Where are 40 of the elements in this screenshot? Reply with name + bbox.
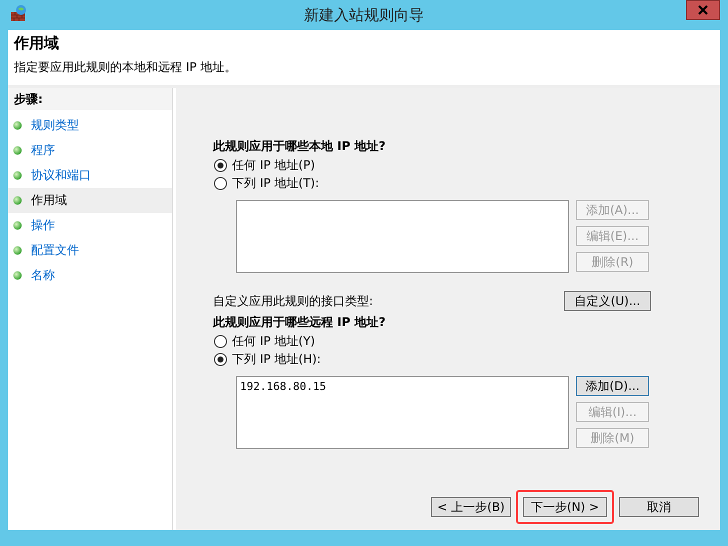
customize-button[interactable]: 自定义(U)... [564,291,651,311]
address-list[interactable] [236,200,569,273]
step-item[interactable]: 配置文件 [8,238,172,263]
window-title: 新建入站规则向导 [304,6,424,24]
step-item[interactable]: 程序 [8,138,172,163]
close-icon [698,5,708,15]
radio-button[interactable] [214,176,227,190]
step-item[interactable]: 名称 [8,263,172,288]
step-item[interactable]: 操作 [8,213,172,238]
steps-heading: 步骤: [8,88,172,110]
radio-label: 任何 IP 地址(Y) [232,332,316,350]
address-item[interactable]: 192.168.80.15 [240,380,565,393]
bullet-icon [13,196,22,205]
radio-button[interactable] [214,352,227,366]
close-button[interactable] [686,0,720,20]
list-button[interactable]: 添加(D)... [576,376,649,396]
bullet-icon [13,121,22,130]
interface-label: 自定义应用此规则的接口类型: [213,292,374,310]
radio-label: 下列 IP 地址(H): [232,350,321,368]
wizard-button[interactable]: < 上一步(B) [431,497,511,517]
bullet-icon [13,271,22,280]
section-question: 此规则应用于哪些远程 IP 地址? [213,314,387,331]
bullet-icon [13,171,22,180]
wizard-button[interactable]: 取消 [619,497,699,517]
radio-label: 任何 IP 地址(P) [232,156,316,174]
bullet-icon [13,146,22,155]
bullet-icon [13,246,22,255]
page-title: 作用域 [14,34,60,53]
radio-label: 下列 IP 地址(T): [232,174,320,192]
wizard-button[interactable]: 下一步(N) > [523,497,607,517]
step-item[interactable]: 规则类型 [8,113,172,138]
step-item[interactable]: 作用域 [8,188,172,213]
section-question: 此规则应用于哪些本地 IP 地址? [213,138,387,155]
firewall-icon [10,4,28,22]
radio-button[interactable] [214,158,227,172]
step-item[interactable]: 协议和端口 [8,163,172,188]
radio-button[interactable] [214,334,227,348]
address-list[interactable]: 192.168.80.15 [236,376,569,449]
bullet-icon [13,221,22,230]
page-description: 指定要应用此规则的本地和远程 IP 地址。 [14,59,238,76]
